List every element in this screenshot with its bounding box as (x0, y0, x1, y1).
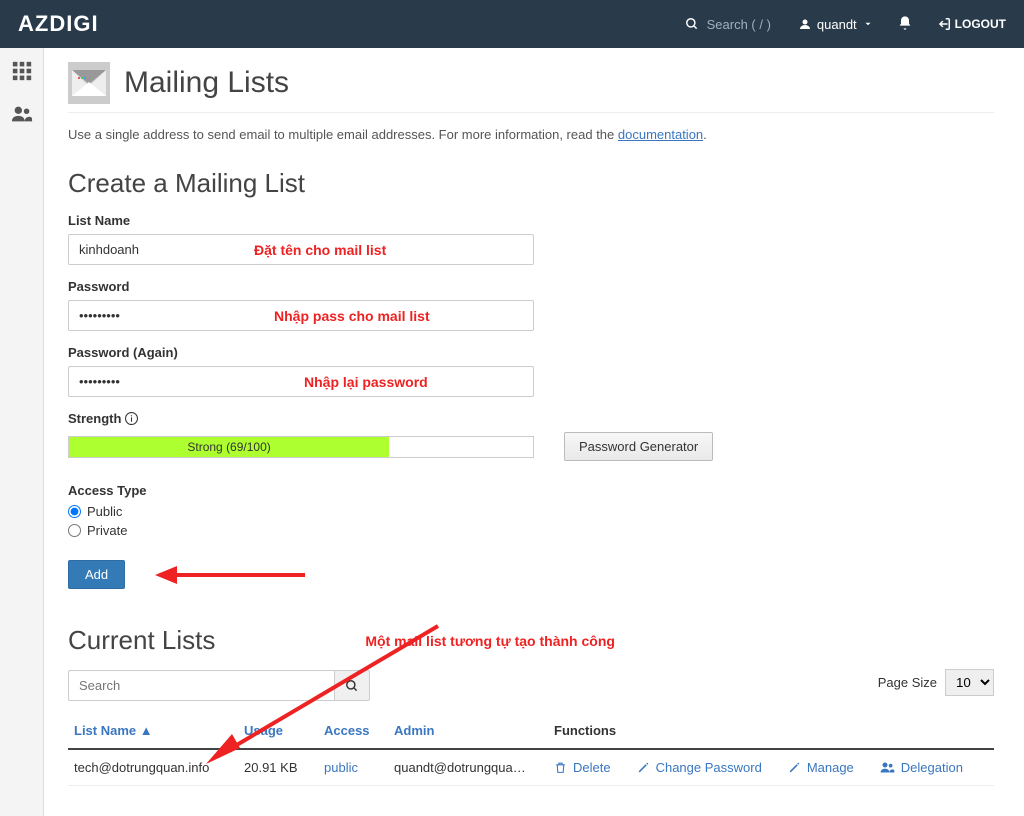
documentation-link[interactable]: documentation (618, 127, 703, 142)
brand: AZDIGI (18, 11, 99, 37)
pagesize-select[interactable]: 10 (945, 669, 994, 696)
change-password-link[interactable]: Change Password (637, 760, 762, 775)
lists-table: List Name ▲ Usage Access Admin Functions… (68, 713, 994, 786)
mail-icon (68, 62, 110, 104)
search-group (68, 670, 370, 701)
col-access[interactable]: Access (318, 713, 388, 749)
delete-link[interactable]: Delete (554, 760, 611, 775)
annotation-arrow-left (155, 562, 305, 588)
topbar: AZDIGI Search ( / ) quandt LOGOUT (0, 0, 1024, 48)
password-generator-button[interactable]: Password Generator (564, 432, 713, 461)
users-icon (880, 761, 895, 774)
info-icon[interactable] (125, 412, 138, 425)
search-icon (685, 17, 699, 31)
pencil-icon (637, 761, 650, 774)
intro-text: Use a single address to send email to mu… (68, 127, 994, 142)
logout-label: LOGOUT (955, 17, 1006, 31)
access-public-label: Public (87, 504, 122, 519)
col-listname[interactable]: List Name ▲ (68, 713, 238, 749)
trash-icon (554, 761, 567, 774)
access-private-radio[interactable]: Private (68, 523, 994, 538)
access-type-label: Access Type (68, 483, 994, 498)
create-heading: Create a Mailing List (68, 168, 994, 199)
global-search[interactable]: Search ( / ) (685, 17, 771, 32)
strength-meter: Strong (69/100) (68, 436, 534, 458)
user-icon (799, 18, 811, 30)
page-title: Mailing Lists (124, 66, 289, 100)
delegation-link[interactable]: Delegation (880, 760, 963, 775)
add-button[interactable]: Add (68, 560, 125, 589)
intro-suffix: . (703, 127, 707, 142)
main-content: Mailing Lists Use a single address to se… (44, 48, 1024, 816)
notifications-button[interactable] (897, 15, 913, 34)
cell-access[interactable]: public (324, 760, 358, 775)
search-button[interactable] (334, 670, 370, 701)
listname-input[interactable] (68, 234, 534, 265)
sidebar (0, 48, 44, 816)
col-functions: Functions (548, 713, 994, 749)
users-icon[interactable] (11, 103, 33, 128)
pencil-icon (788, 761, 801, 774)
logout-icon (937, 17, 951, 31)
logout-button[interactable]: LOGOUT (937, 17, 1006, 31)
search-placeholder: Search ( / ) (707, 17, 771, 32)
table-row: tech@dotrungquan.info 20.91 KB public qu… (68, 749, 994, 786)
current-annotation: Một mail list tương tự tạo thành công (365, 633, 615, 649)
intro-prefix: Use a single address to send email to mu… (68, 127, 618, 142)
access-public-radio[interactable]: Public (68, 504, 994, 519)
search-input[interactable] (68, 670, 334, 701)
col-admin[interactable]: Admin (388, 713, 548, 749)
cell-listname: tech@dotrungquan.info (68, 749, 238, 786)
search-icon (345, 679, 359, 693)
strength-text: Strong (69/100) (69, 437, 389, 457)
cell-usage: 20.91 KB (238, 749, 318, 786)
cell-admin: quandt@dotrungqua… (388, 749, 548, 786)
user-menu[interactable]: quandt (799, 17, 873, 32)
manage-link[interactable]: Manage (788, 760, 854, 775)
pagesize-label: Page Size (878, 675, 937, 690)
password2-input[interactable] (68, 366, 534, 397)
pagesize-group: Page Size 10 (878, 669, 994, 696)
bell-icon (897, 15, 913, 31)
current-heading: Current Lists (68, 625, 215, 656)
strength-label: Strength (68, 411, 994, 426)
access-private-label: Private (87, 523, 127, 538)
caret-down-icon (863, 19, 873, 29)
username: quandt (817, 17, 857, 32)
listname-label: List Name (68, 213, 994, 228)
apps-grid-icon[interactable] (11, 60, 33, 85)
password2-label: Password (Again) (68, 345, 994, 360)
password-input[interactable] (68, 300, 534, 331)
password-label: Password (68, 279, 994, 294)
col-usage[interactable]: Usage (238, 713, 318, 749)
